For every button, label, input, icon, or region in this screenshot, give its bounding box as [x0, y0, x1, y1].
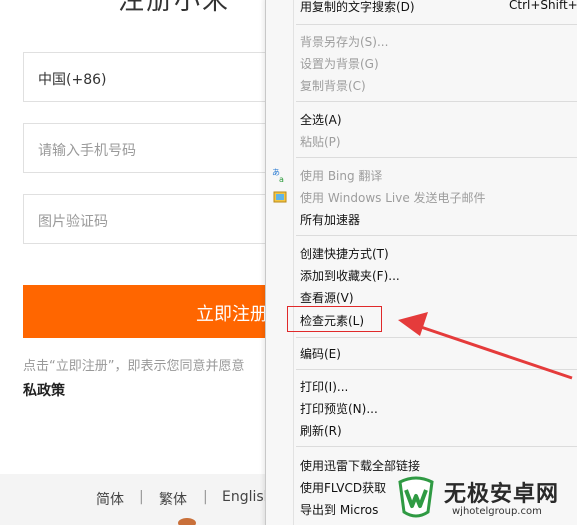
menu-item-refresh[interactable]: 刷新(R)	[300, 422, 342, 439]
menu-separator	[296, 446, 577, 447]
menu-separator	[296, 157, 577, 158]
inspect-element-highlight	[287, 306, 382, 332]
menu-item-view-source[interactable]: 查看源(V)	[300, 289, 354, 306]
menu-separator	[296, 24, 577, 25]
captcha-placeholder: 图片验证码	[38, 214, 108, 230]
menu-item-print-preview[interactable]: 打印预览(N)...	[300, 400, 378, 417]
watermark-title: 无极安卓网	[444, 482, 560, 507]
menu-item-windows-live-mail[interactable]: 使用 Windows Live 发送电子邮件	[300, 189, 486, 206]
menu-item-select-all[interactable]: 全选(A)	[300, 111, 342, 128]
privacy-policy-link[interactable]: 私政策	[23, 380, 65, 400]
menu-item-bing-translate[interactable]: 使用 Bing 翻译	[300, 167, 382, 184]
menu-item-print[interactable]: 打印(I)...	[300, 378, 348, 395]
menu-item-export-microsoft[interactable]: 导出到 Micros	[300, 501, 378, 518]
menu-item-encoding[interactable]: 编码(E)	[300, 345, 341, 362]
watermark: 无极安卓网 wjhotelgroup.com	[392, 472, 577, 525]
page-title: 注册小米	[118, 0, 231, 16]
menu-separator	[296, 337, 577, 338]
decorative-blob	[178, 518, 196, 525]
footer-separator: |	[139, 489, 144, 505]
menu-shortcut: Ctrl+Shift+L	[509, 0, 577, 12]
agreement-text: 点击“立即注册”，即表示您同意并愿意	[23, 359, 245, 374]
lang-traditional-link[interactable]: 繁体	[159, 489, 187, 509]
menu-item-paste[interactable]: 粘贴(P)	[300, 133, 341, 150]
menu-item-flvcd[interactable]: 使用FLVCD获取	[300, 479, 386, 496]
menu-item-save-background[interactable]: 背景另存为(S)...	[300, 33, 388, 50]
footer-separator: |	[203, 489, 208, 505]
phone-placeholder: 请输入手机号码	[38, 143, 136, 159]
lang-simplified-link[interactable]: 简体	[96, 489, 124, 509]
menu-item-set-background[interactable]: 设置为背景(G)	[300, 55, 379, 72]
menu-item-create-shortcut[interactable]: 创建快捷方式(T)	[300, 245, 389, 262]
translate-icon: あ a	[272, 168, 284, 183]
context-menu: 用复制的文字搜索(D) Ctrl+Shift+L 背景另存为(S)... 设置为…	[265, 0, 577, 525]
country-code-value: 中国(+86)	[38, 72, 107, 88]
menu-gutter	[293, 0, 294, 525]
mail-icon	[273, 191, 287, 203]
menu-item-all-accelerators[interactable]: 所有加速器	[300, 211, 360, 228]
menu-separator	[296, 235, 577, 236]
register-button-label: 立即注册	[196, 304, 268, 325]
svg-text:a: a	[279, 175, 284, 183]
watermark-url: wjhotelgroup.com	[452, 506, 542, 517]
menu-item-search-copied[interactable]: 用复制的文字搜索(D)	[300, 0, 415, 15]
menu-separator	[296, 101, 577, 102]
menu-item-copy-background[interactable]: 复制背景(C)	[300, 77, 366, 94]
watermark-logo-icon	[398, 476, 434, 518]
menu-separator	[296, 369, 577, 370]
menu-item-add-favorites[interactable]: 添加到收藏夹(F)...	[300, 267, 400, 284]
